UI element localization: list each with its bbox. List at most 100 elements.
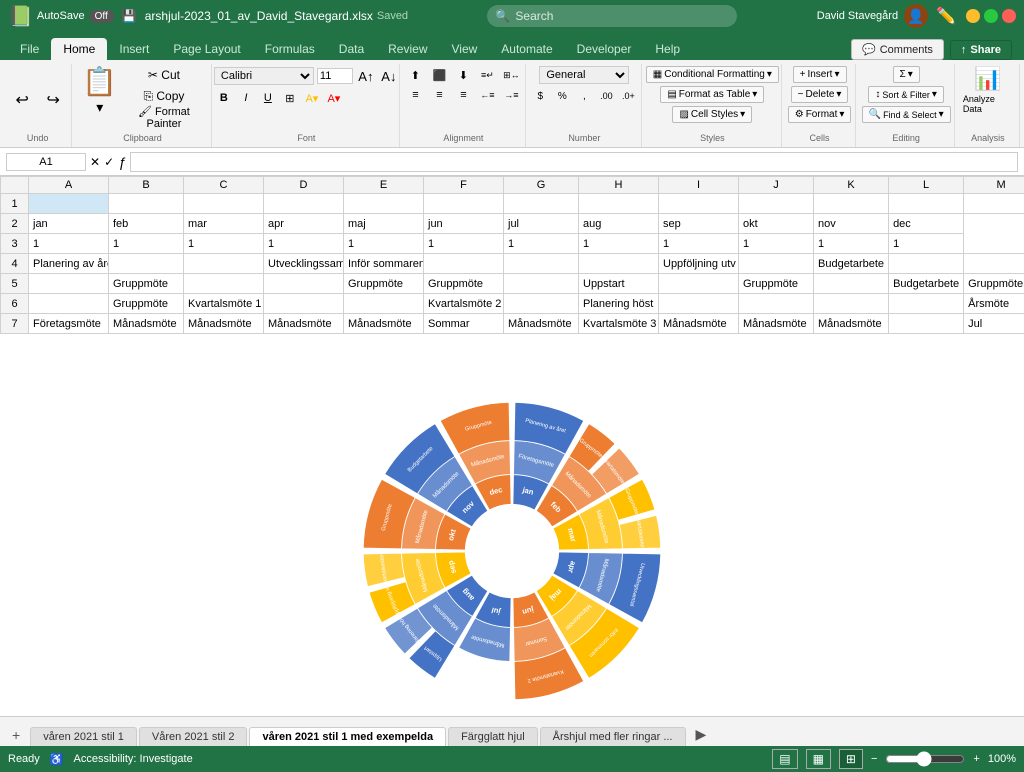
cell-r6c10[interactable] [739, 294, 814, 314]
cell-r2c11[interactable]: nov [814, 214, 889, 234]
sheet-container[interactable]: A B C D E F G H I J K L M 12janfebmarapr… [0, 176, 1024, 376]
cell-r5c9[interactable] [659, 274, 739, 294]
tab-developer[interactable]: Developer [565, 38, 644, 60]
cut-button[interactable]: ✂ Cut [123, 66, 204, 84]
cell-r3c11[interactable]: 1 [814, 234, 889, 254]
col-header-b[interactable]: B [109, 177, 184, 194]
cell-r5c6[interactable]: Gruppmöte [424, 274, 504, 294]
tab-file[interactable]: File [8, 38, 51, 60]
font-color-button[interactable]: A▾ [324, 88, 344, 108]
row-header-4[interactable]: 4 [1, 254, 29, 274]
cell-r5c3[interactable] [184, 274, 264, 294]
cell-r2c3[interactable]: mar [184, 214, 264, 234]
cell-r6c7[interactable] [504, 294, 579, 314]
format-as-table-button[interactable]: ▤ Format as Table ▾ [660, 86, 764, 103]
col-header-g[interactable]: G [504, 177, 579, 194]
increase-indent-button[interactable]: →≡ [500, 86, 522, 104]
cell-r5c1[interactable] [29, 274, 109, 294]
expand-formula-button[interactable]: ✕ [90, 155, 100, 169]
cell-r2c9[interactable]: sep [659, 214, 739, 234]
cell-r6c2[interactable]: Gruppmöte [109, 294, 184, 314]
tab-page-layout[interactable]: Page Layout [161, 38, 252, 60]
font-size-input[interactable] [317, 68, 353, 84]
fill-color-button[interactable]: A▾ [302, 88, 322, 108]
cell-r2c6[interactable]: jun [424, 214, 504, 234]
merge-button[interactable]: ⊞↔ [500, 66, 522, 84]
tab-formulas[interactable]: Formulas [253, 38, 327, 60]
font-family-select[interactable]: Calibri [214, 67, 314, 85]
cell-r2c5[interactable]: maj [344, 214, 424, 234]
cell-r7c13[interactable]: Jul [964, 314, 1024, 334]
cell-r7c5[interactable]: Månadsmöte [344, 314, 424, 334]
zoom-plus-icon[interactable]: + [973, 753, 979, 765]
cell-r4c12[interactable] [889, 254, 964, 274]
tab-data[interactable]: Data [327, 38, 376, 60]
row-header-1[interactable]: 1 [1, 194, 29, 214]
cell-r7c1[interactable]: Företagsmöte [29, 314, 109, 334]
cell-r2c7[interactable]: jul [504, 214, 579, 234]
number-format-select[interactable]: General [539, 66, 629, 84]
align-left-button[interactable]: ≡ [404, 86, 426, 104]
undo-button[interactable]: ↩ [8, 86, 36, 114]
tab-home[interactable]: Home [51, 38, 107, 60]
search-area[interactable]: 🔍 [487, 5, 737, 27]
cell-r1c9[interactable] [659, 194, 739, 214]
cell-r5c2[interactable]: Gruppmöte [109, 274, 184, 294]
cell-r3c8[interactable]: 1 [579, 234, 659, 254]
cell-r7c10[interactable]: Månadsmöte [739, 314, 814, 334]
cell-r6c12[interactable] [889, 294, 964, 314]
cell-r6c8[interactable]: Planering höst [579, 294, 659, 314]
insert-cells-button[interactable]: + Insert ▾ [793, 66, 847, 83]
confirm-formula-button[interactable]: ✓ [104, 155, 114, 169]
cell-r1c8[interactable] [579, 194, 659, 214]
comments-button[interactable]: 💬 Comments [851, 39, 944, 60]
find-select-button[interactable]: 🔍 Find & Select ▾ [862, 106, 951, 123]
cell-r2c8[interactable]: aug [579, 214, 659, 234]
border-button[interactable]: ⊞ [280, 88, 300, 108]
cell-r7c7[interactable]: Månadsmöte [504, 314, 579, 334]
col-header-j[interactable]: J [739, 177, 814, 194]
cell-r4c1[interactable]: Planering av året [29, 254, 109, 274]
maximize-button[interactable] [984, 9, 998, 23]
search-input[interactable] [487, 5, 737, 27]
format-cells-button[interactable]: ⚙ Format ▾ [788, 106, 852, 123]
zoom-minus-icon[interactable]: − [871, 753, 877, 765]
cell-r4c13[interactable] [964, 254, 1024, 274]
decrease-indent-button[interactable]: ←≡ [476, 86, 498, 104]
cell-r2c4[interactable]: apr [264, 214, 344, 234]
cell-r1c11[interactable] [814, 194, 889, 214]
cell-r7c11[interactable]: Månadsmöte [814, 314, 889, 334]
cell-r2c2[interactable]: feb [109, 214, 184, 234]
cell-r4c6[interactable] [424, 254, 504, 274]
sheet-nav-right[interactable]: ▶ [688, 723, 715, 746]
cell-r7c6[interactable]: Sommar [424, 314, 504, 334]
cell-r3c2[interactable]: 1 [109, 234, 184, 254]
cell-r3c10[interactable]: 1 [739, 234, 814, 254]
cell-r5c10[interactable]: Gruppmöte [739, 274, 814, 294]
cell-r5c5[interactable]: Gruppmöte [344, 274, 424, 294]
cell-r1c5[interactable] [344, 194, 424, 214]
col-header-m[interactable]: M [964, 177, 1024, 194]
cell-r4c10[interactable] [739, 254, 814, 274]
row-header-2[interactable]: 2 [1, 214, 29, 234]
wrap-text-button[interactable]: ≡↵ [476, 66, 498, 84]
sum-button[interactable]: Σ ▾ [893, 66, 920, 83]
col-header-a[interactable]: A [29, 177, 109, 194]
cell-r1c3[interactable] [184, 194, 264, 214]
decrease-font-button[interactable]: A↓ [379, 66, 399, 86]
cell-r1c4[interactable] [264, 194, 344, 214]
cell-r4c3[interactable] [184, 254, 264, 274]
align-top-button[interactable]: ⬆ [404, 66, 426, 84]
cell-r4c5[interactable]: Inför sommaren [344, 254, 424, 274]
cell-r7c2[interactable]: Månadsmöte [109, 314, 184, 334]
tab-insert[interactable]: Insert [107, 38, 161, 60]
cell-r4c9[interactable]: Uppföljning utv [659, 254, 739, 274]
cell-r1c13[interactable] [964, 194, 1024, 214]
cell-r3c12[interactable]: 1 [889, 234, 964, 254]
zoom-slider[interactable] [885, 751, 965, 767]
cell-r6c6[interactable]: Kvartalsmöte 2 [424, 294, 504, 314]
row-header-7[interactable]: 7 [1, 314, 29, 334]
bold-button[interactable]: B [214, 88, 234, 108]
cell-r4c4[interactable]: Utvecklingssamtal [264, 254, 344, 274]
paste-button[interactable]: 📋 [80, 66, 119, 98]
